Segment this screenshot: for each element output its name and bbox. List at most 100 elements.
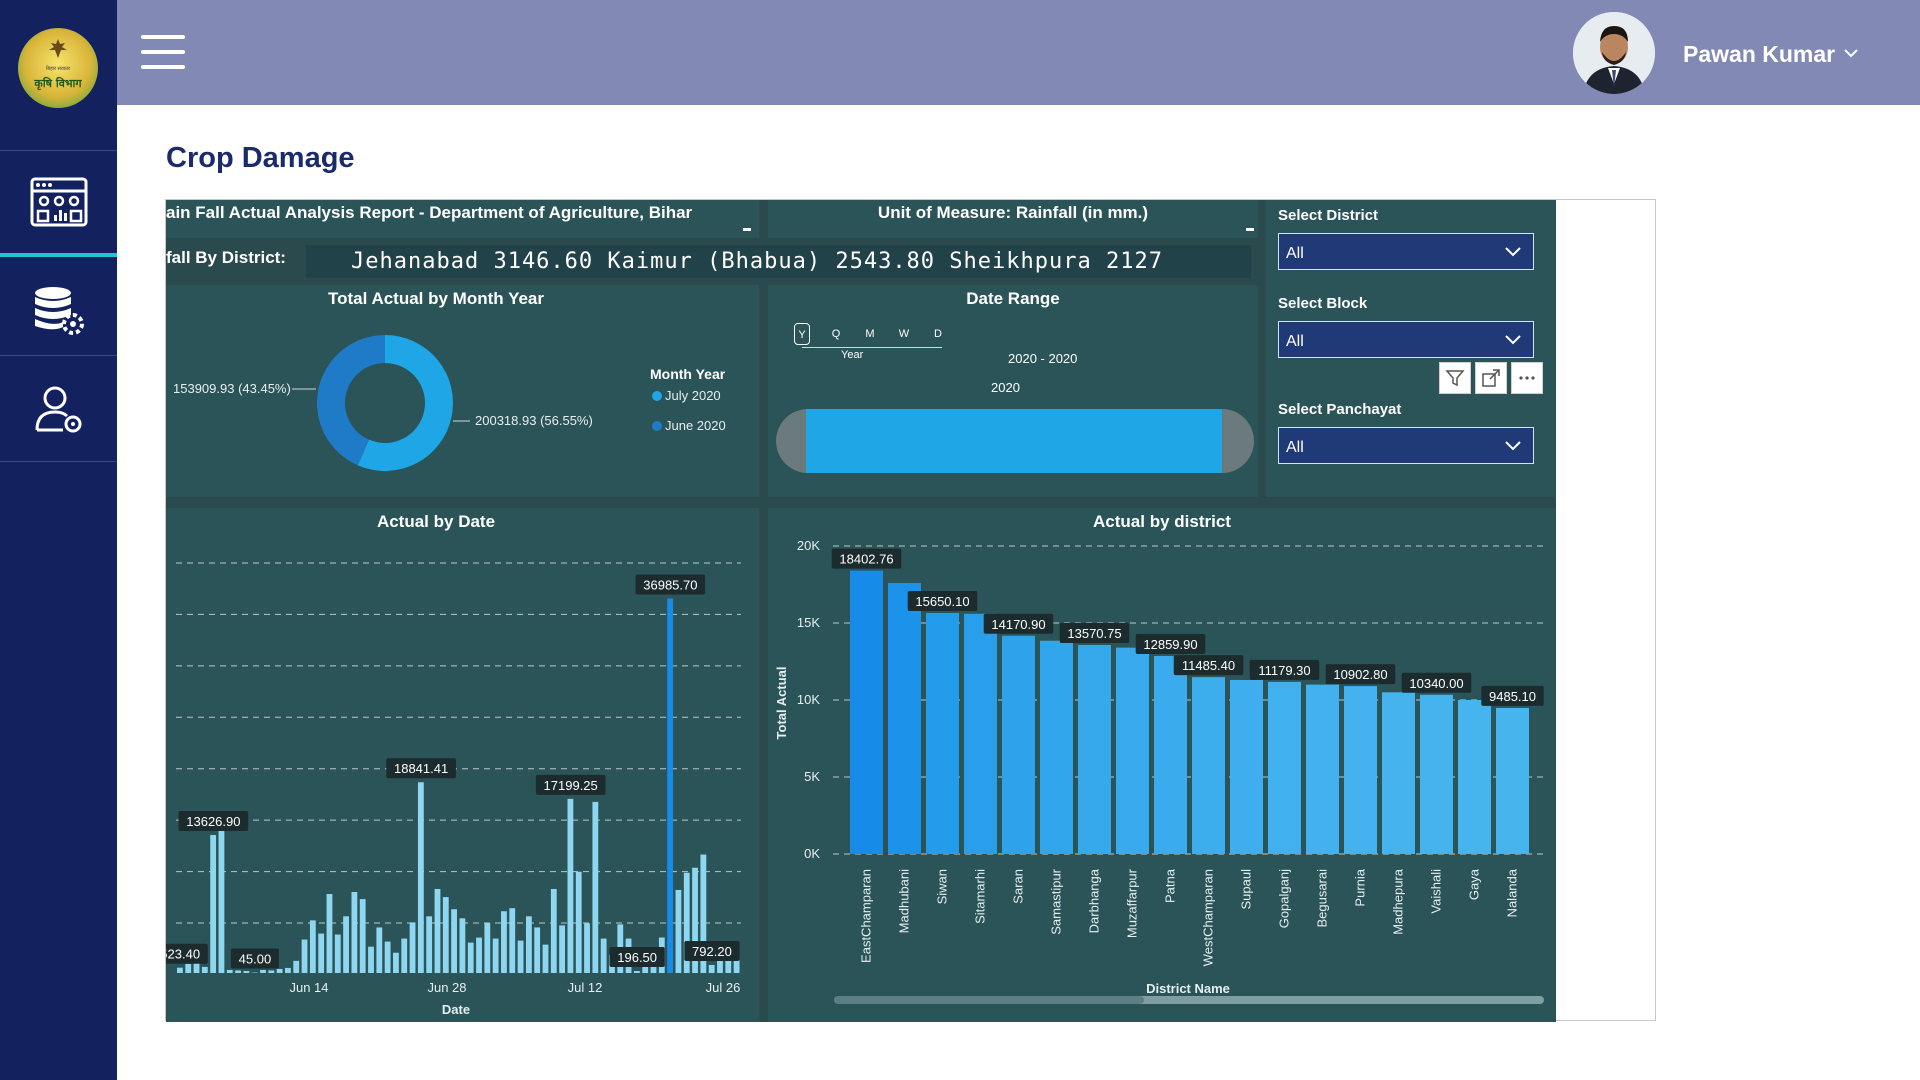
district-bar[interactable] bbox=[1344, 686, 1377, 854]
district-bar[interactable] bbox=[1420, 694, 1453, 854]
date-bar[interactable] bbox=[517, 940, 524, 973]
user-avatar[interactable] bbox=[1573, 12, 1655, 94]
date-bar[interactable] bbox=[442, 897, 449, 973]
district-bar[interactable] bbox=[1078, 645, 1111, 854]
block-select[interactable]: All bbox=[1278, 321, 1534, 358]
district-bar[interactable] bbox=[1382, 692, 1415, 854]
granularity-m[interactable]: M bbox=[862, 323, 878, 345]
more-options-button[interactable] bbox=[1511, 362, 1543, 394]
date-bar[interactable] bbox=[592, 801, 599, 973]
date-bar[interactable] bbox=[376, 927, 383, 973]
district-select[interactable]: All bbox=[1278, 233, 1534, 270]
hamburger-menu-button[interactable] bbox=[141, 35, 185, 69]
district-bar[interactable] bbox=[850, 570, 883, 854]
panchayat-select[interactable]: All bbox=[1278, 427, 1534, 464]
date-bar[interactable] bbox=[351, 892, 358, 973]
legend-item[interactable]: July 2020 bbox=[665, 388, 721, 403]
date-bar[interactable] bbox=[185, 963, 192, 973]
granularity-y[interactable]: Y bbox=[794, 323, 810, 345]
district-bar[interactable] bbox=[1268, 681, 1301, 854]
user-name[interactable]: Pawan Kumar bbox=[1683, 41, 1835, 68]
date-bar[interactable] bbox=[501, 911, 507, 973]
date-bar[interactable] bbox=[384, 941, 391, 973]
department-logo[interactable]: बिहार सरकार कृषि विभाग bbox=[18, 28, 98, 108]
date-bar[interactable] bbox=[235, 970, 241, 973]
date-bar[interactable] bbox=[476, 937, 482, 973]
date-bar[interactable] bbox=[550, 888, 557, 973]
date-bar[interactable] bbox=[260, 969, 266, 973]
date-bar[interactable] bbox=[459, 918, 466, 973]
district-bar[interactable] bbox=[1116, 647, 1149, 854]
district-bar[interactable] bbox=[1306, 684, 1339, 854]
date-bar[interactable] bbox=[417, 782, 424, 973]
granularity-selector[interactable]: YQMWD bbox=[794, 323, 954, 363]
district-bar[interactable] bbox=[1040, 640, 1073, 854]
district-bar[interactable] bbox=[1154, 655, 1187, 854]
date-bar[interactable] bbox=[534, 927, 541, 973]
filter-button[interactable] bbox=[1439, 362, 1471, 394]
date-bar[interactable] bbox=[675, 889, 682, 973]
date-bar[interactable] bbox=[177, 967, 183, 973]
date-bar[interactable] bbox=[567, 798, 574, 973]
date-bar[interactable] bbox=[484, 923, 491, 973]
date-bar[interactable] bbox=[343, 916, 349, 973]
date-bar[interactable] bbox=[708, 964, 715, 973]
date-bar[interactable] bbox=[268, 970, 275, 973]
date-bar[interactable] bbox=[318, 933, 325, 973]
date-bar[interactable] bbox=[575, 871, 582, 973]
date-bar[interactable] bbox=[293, 960, 300, 973]
date-bar-chart[interactable]: 523.40 13626.90 45.00 18841.41 17199.25 196.5… bbox=[166, 508, 759, 1022]
date-bar[interactable] bbox=[434, 888, 441, 973]
focus-mode-button[interactable] bbox=[1475, 362, 1507, 394]
minimize-icon[interactable] bbox=[743, 228, 751, 231]
chevron-down-icon[interactable] bbox=[1844, 46, 1858, 60]
date-bar[interactable] bbox=[226, 969, 233, 973]
granularity-q[interactable]: Q bbox=[828, 323, 844, 345]
date-bar[interactable] bbox=[600, 938, 607, 973]
date-bar[interactable] bbox=[243, 970, 250, 973]
date-bar[interactable] bbox=[584, 923, 590, 973]
district-bar[interactable] bbox=[1192, 677, 1225, 854]
district-bar[interactable] bbox=[1458, 700, 1491, 854]
date-bar[interactable] bbox=[276, 968, 283, 973]
date-bar[interactable] bbox=[359, 899, 366, 973]
date-bar[interactable] bbox=[509, 908, 516, 973]
date-bar[interactable] bbox=[201, 966, 208, 973]
legend-item[interactable]: June 2020 bbox=[665, 418, 726, 433]
date-range-track[interactable] bbox=[776, 409, 1254, 473]
date-bar[interactable] bbox=[542, 944, 549, 973]
date-bar[interactable] bbox=[218, 823, 225, 973]
date-bar[interactable] bbox=[451, 909, 457, 973]
district-bar[interactable] bbox=[888, 582, 921, 854]
granularity-d[interactable]: D bbox=[930, 323, 946, 345]
date-bar[interactable] bbox=[401, 938, 408, 973]
date-range-fill[interactable] bbox=[806, 409, 1222, 473]
date-bar[interactable] bbox=[210, 835, 217, 973]
district-bar[interactable] bbox=[1002, 635, 1035, 854]
district-bar[interactable] bbox=[1230, 679, 1263, 854]
date-bar[interactable] bbox=[326, 894, 333, 973]
sidebar-item-users[interactable] bbox=[0, 358, 117, 462]
minimize-icon[interactable] bbox=[1246, 228, 1254, 231]
date-bar[interactable] bbox=[285, 967, 291, 973]
date-bar[interactable] bbox=[492, 938, 499, 973]
date-bar[interactable] bbox=[301, 939, 308, 973]
date-bar[interactable] bbox=[467, 942, 474, 973]
sidebar-item-database[interactable] bbox=[0, 258, 117, 362]
date-bar[interactable] bbox=[334, 934, 341, 973]
district-bar[interactable] bbox=[1496, 707, 1529, 854]
date-bar[interactable] bbox=[667, 598, 674, 973]
horizontal-scrollbar[interactable] bbox=[834, 996, 1544, 1004]
date-bar[interactable] bbox=[393, 952, 399, 973]
date-bar[interactable] bbox=[368, 946, 374, 973]
district-bar-chart[interactable]: 20K 15K 10K 5K 0K Total Actual EastChamparan Ma… bbox=[768, 508, 1556, 1022]
date-bar[interactable] bbox=[559, 925, 566, 973]
granularity-w[interactable]: W bbox=[896, 323, 912, 345]
district-bar[interactable] bbox=[964, 613, 997, 854]
sidebar-item-dashboard[interactable] bbox=[0, 150, 117, 257]
district-bar[interactable] bbox=[926, 612, 959, 854]
date-bar[interactable] bbox=[426, 916, 433, 973]
scrollbar-thumb[interactable] bbox=[834, 996, 1144, 1004]
donut-chart[interactable]: Month Year 200318.93 (56.55%) 153909.93 (… bbox=[166, 285, 759, 497]
date-bar[interactable] bbox=[525, 916, 532, 973]
